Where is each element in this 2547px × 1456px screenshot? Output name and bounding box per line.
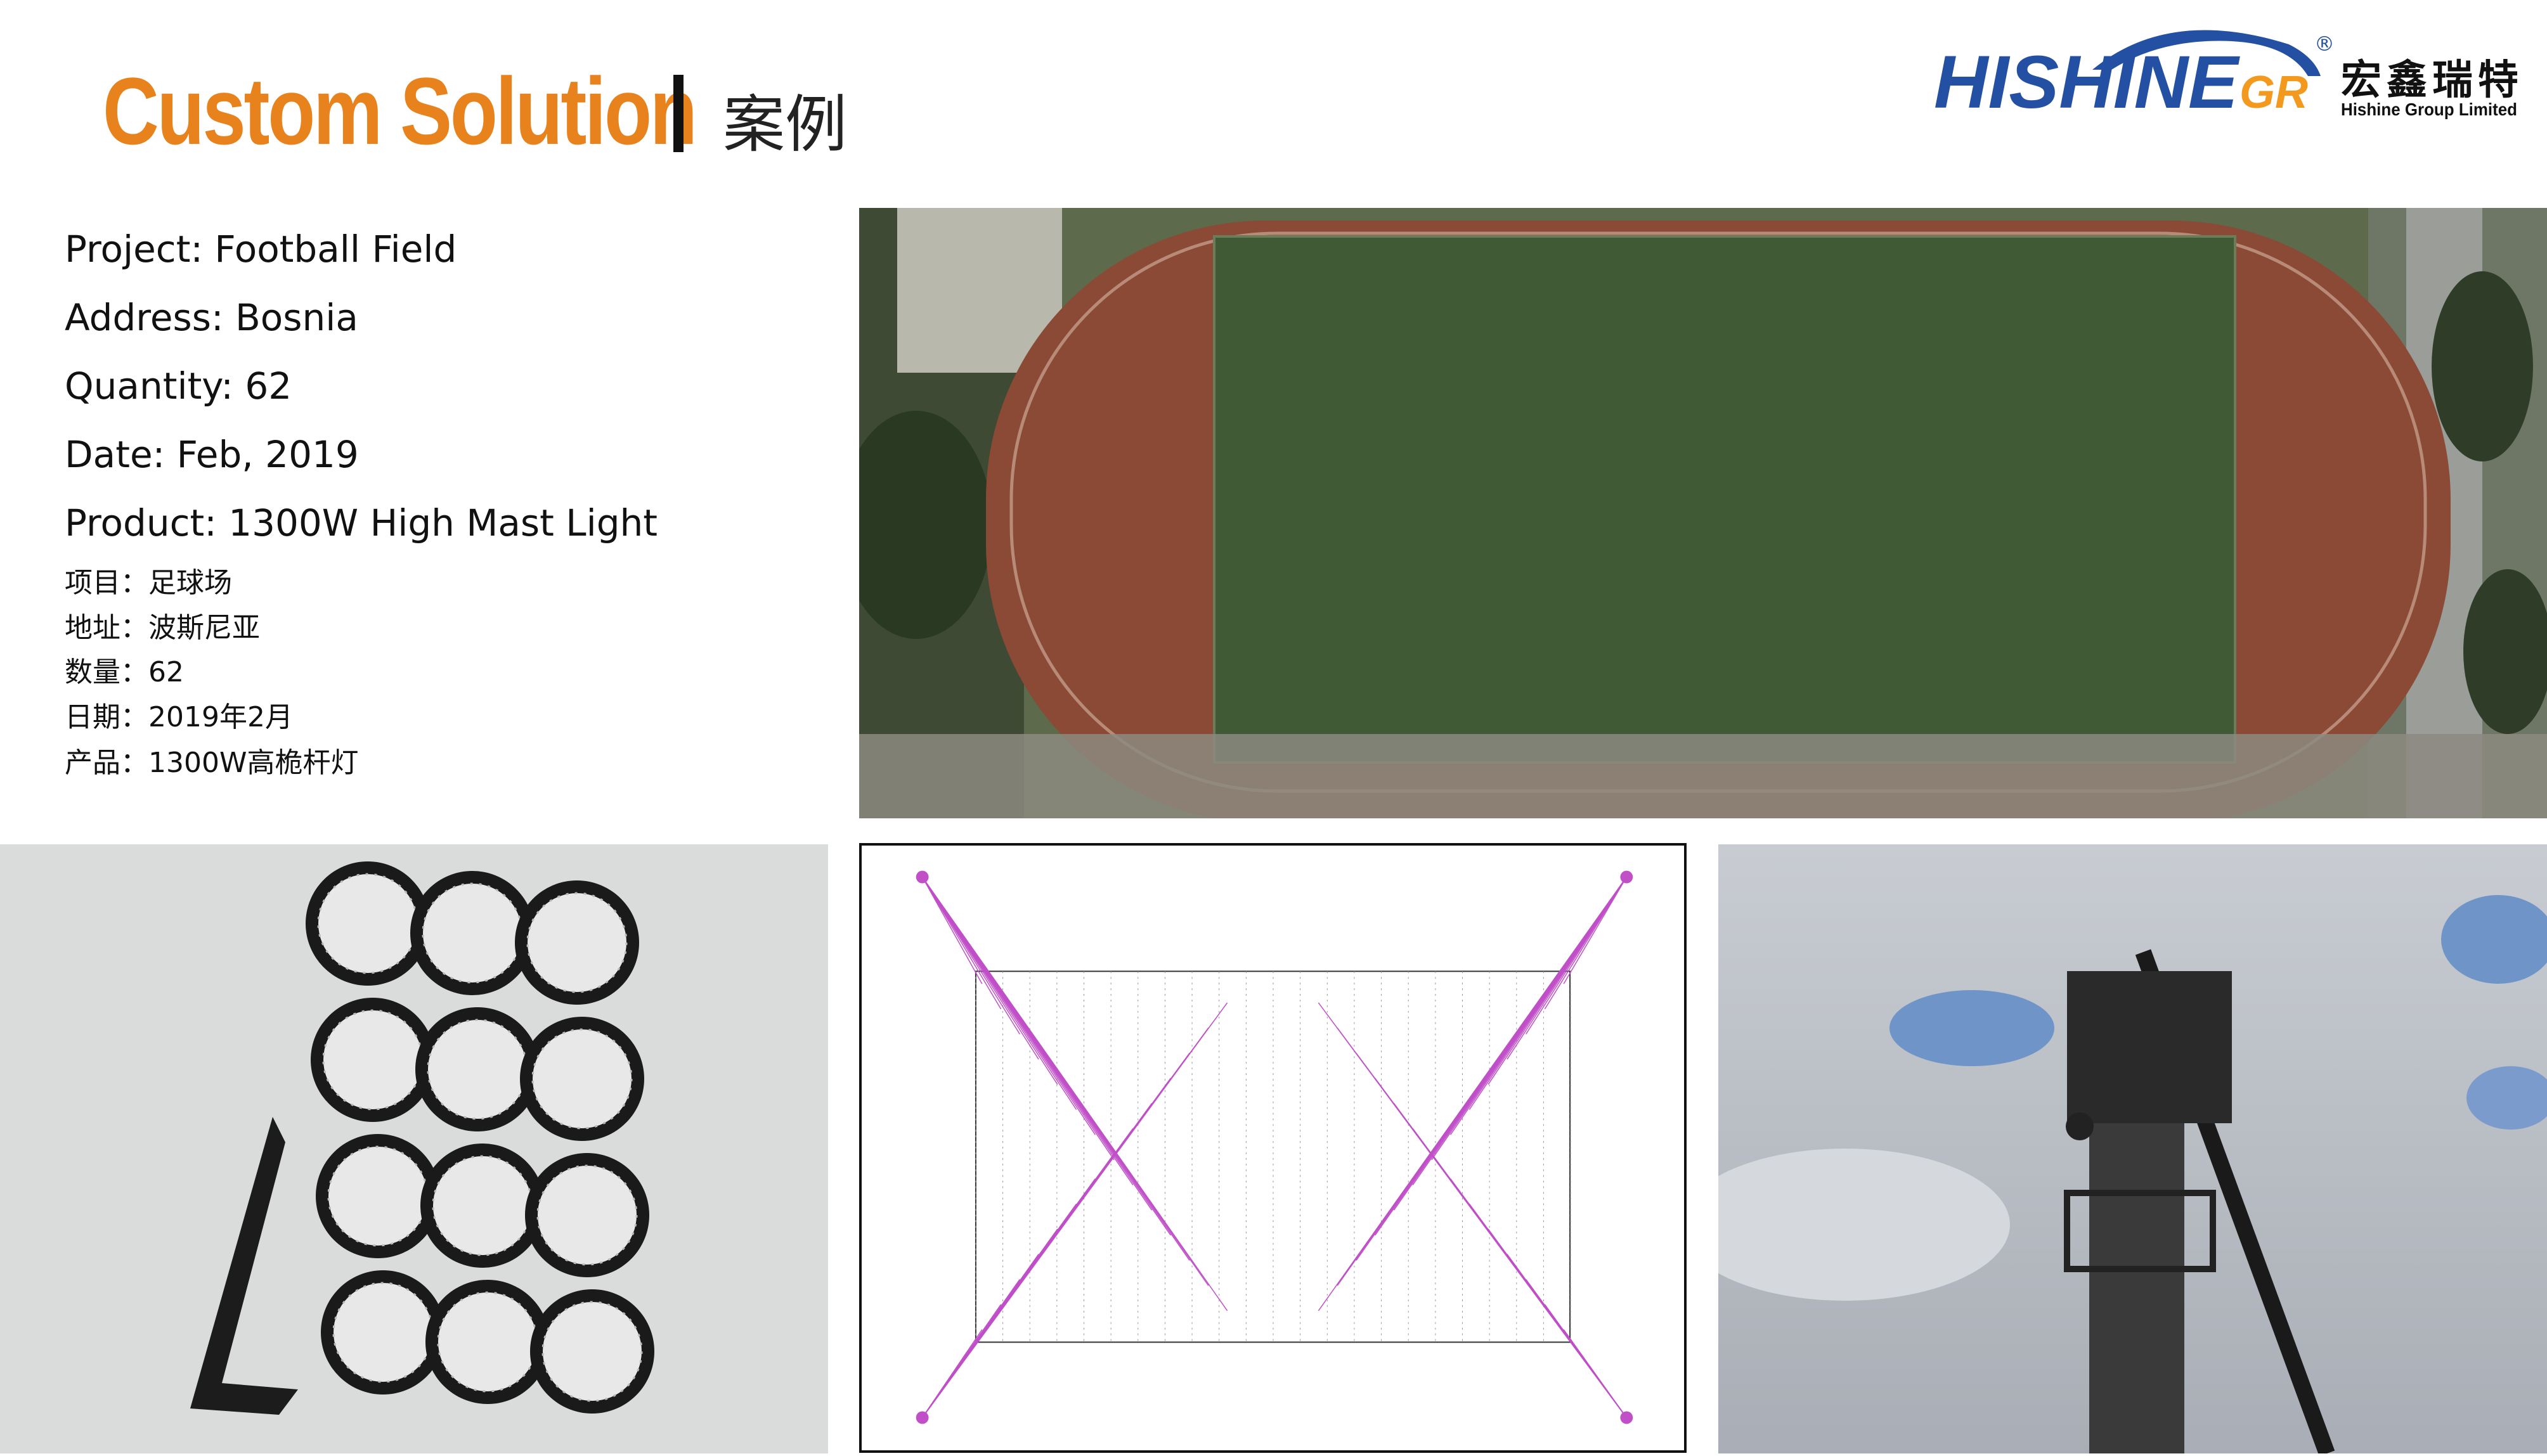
hishine-logo: HISHINE GR ® 宏鑫瑞特 Hishine Group Limited [1934,30,2517,124]
aerial-field-photo [859,208,2547,818]
project-line: Project: Football Field [65,228,457,271]
svg-text:GR: GR [2239,67,2308,118]
product-line-cn: 产品：1300W高桅杆灯 [65,747,359,779]
project-line-cn: 项目：足球场 [65,567,232,599]
page-title-cn: 案例 [723,89,848,161]
date-line-cn: 日期：2019年2月 [65,701,293,733]
installation-photo [1718,844,2547,1453]
lighting-layout-diagram [859,843,1687,1453]
quantity-line-cn: 数量：62 [65,656,184,688]
floodlight-fixture-image [0,844,828,1453]
svg-text:宏鑫瑞特: 宏鑫瑞特 [2341,57,2517,104]
page-title: Custom Solution [103,58,697,164]
product-line: Product: 1300W High Mast Light [65,501,658,544]
svg-text:®: ® [2314,32,2335,56]
svg-text:Hishine Group Limited: Hishine Group Limited [2341,100,2517,119]
date-line: Date: Feb, 2019 [65,433,359,476]
svg-text:HISHINE: HISHINE [1934,41,2240,124]
address-line: Address: Bosnia [65,296,358,339]
title-divider [673,75,684,152]
quantity-line: Quantity: 62 [65,364,292,408]
address-line-cn: 地址：波斯尼亚 [65,612,260,644]
